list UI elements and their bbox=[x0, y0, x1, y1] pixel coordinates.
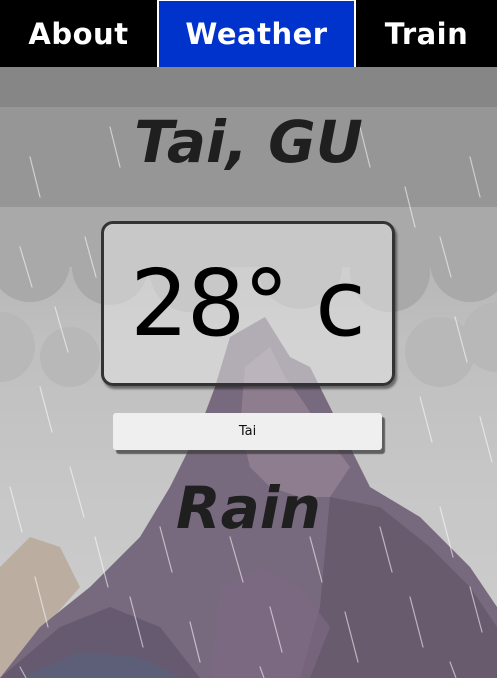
tab-weather[interactable]: Weather bbox=[157, 0, 356, 67]
city-search-input[interactable] bbox=[113, 413, 382, 450]
weather-condition: Rain bbox=[176, 474, 321, 542]
city-name: Tai, GU bbox=[134, 108, 363, 176]
temperature-unit: c bbox=[315, 250, 366, 357]
top-nav: About Weather Train bbox=[0, 0, 497, 67]
tab-about[interactable]: About bbox=[0, 0, 157, 67]
temperature-display: 28° c bbox=[101, 221, 395, 386]
tab-train[interactable]: Train bbox=[356, 0, 497, 67]
temperature-value: 28° bbox=[130, 250, 289, 357]
